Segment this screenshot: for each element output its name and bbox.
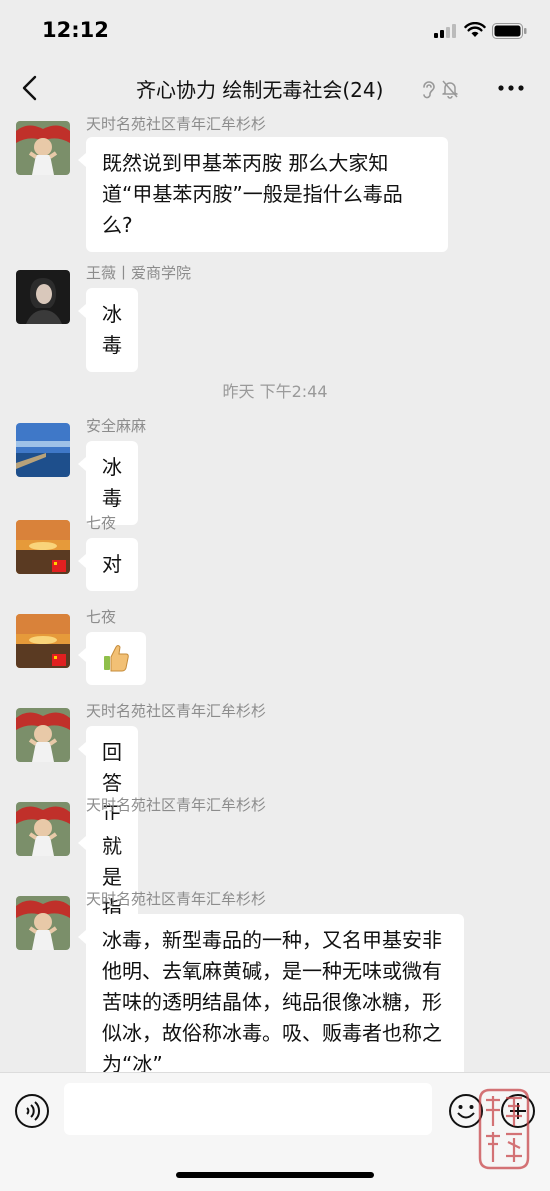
sender-name: 天时名苑社区青年汇牟杉杉 bbox=[86, 890, 267, 908]
voice-icon[interactable] bbox=[14, 1093, 50, 1129]
sender-name: 安全麻麻 bbox=[86, 417, 147, 435]
avatar[interactable] bbox=[16, 896, 70, 950]
avatar[interactable] bbox=[16, 802, 70, 856]
battery-icon bbox=[492, 23, 527, 39]
sender-name: 七夜 bbox=[86, 514, 117, 532]
back-chevron-icon[interactable] bbox=[18, 74, 42, 102]
chat-area[interactable]: 天时名苑社区青年汇牟杉杉 既然说到甲基苯丙胺 那么大家知道“甲基苯丙胺”一般是指… bbox=[0, 116, 550, 1072]
chat-header: 齐心协力 绘制无毒社会(24) bbox=[0, 60, 550, 116]
signal-icon bbox=[434, 24, 456, 38]
message-bubble[interactable]: 对 bbox=[78, 538, 138, 591]
watermark-seal bbox=[478, 1088, 530, 1170]
ear-mode-icon bbox=[423, 81, 435, 99]
message-text: 冰毒 bbox=[102, 455, 122, 510]
message-text: 既然说到甲基苯丙胺 那么大家知道“甲基苯丙胺”一般是指什么毒品么? bbox=[102, 151, 403, 237]
message-bubble[interactable]: 既然说到甲基苯丙胺 那么大家知道“甲基苯丙胺”一般是指什么毒品么? bbox=[78, 137, 448, 252]
message-text: 对 bbox=[102, 552, 122, 576]
avatar[interactable] bbox=[16, 121, 70, 175]
time-separator: 昨天 下午2:44 bbox=[222, 382, 328, 401]
message-bubble[interactable]: 冰毒 bbox=[78, 288, 138, 372]
message-bubble[interactable]: 冰毒，新型毒品的一种，又名甲基安非他明、去氧麻黄碱，是一种无味或微有苦味的透明结… bbox=[78, 914, 464, 1072]
status-bar: 12:12 bbox=[0, 0, 550, 60]
thumbs-up-icon bbox=[104, 645, 129, 672]
mute-bell-icon bbox=[442, 80, 458, 99]
sender-name: 天时名苑社区青年汇牟杉杉 bbox=[86, 116, 267, 133]
message-bubble[interactable] bbox=[78, 632, 146, 685]
avatar[interactable] bbox=[16, 270, 70, 324]
avatar[interactable] bbox=[16, 520, 70, 574]
home-indicator bbox=[176, 1172, 374, 1178]
sender-name: 王薇丨爱商学院 bbox=[86, 264, 192, 282]
message-text: 冰毒 bbox=[102, 302, 122, 357]
chat-title: 齐心协力 绘制无毒社会(24) bbox=[136, 78, 384, 102]
wifi-icon bbox=[464, 22, 486, 37]
avatar[interactable] bbox=[16, 423, 70, 477]
sender-name: 天时名苑社区青年汇牟杉杉 bbox=[86, 796, 267, 814]
avatar[interactable] bbox=[16, 708, 70, 762]
status-time: 12:12 bbox=[42, 18, 109, 42]
message-input[interactable] bbox=[64, 1083, 432, 1135]
avatar[interactable] bbox=[16, 614, 70, 668]
sender-name: 天时名苑社区青年汇牟杉杉 bbox=[86, 702, 267, 720]
more-icon[interactable] bbox=[498, 84, 524, 92]
message-text: 冰毒，新型毒品的一种，又名甲基安非他明、去氧麻黄碱，是一种无味或微有苦味的透明结… bbox=[102, 928, 442, 1072]
sender-name: 七夜 bbox=[86, 608, 117, 626]
